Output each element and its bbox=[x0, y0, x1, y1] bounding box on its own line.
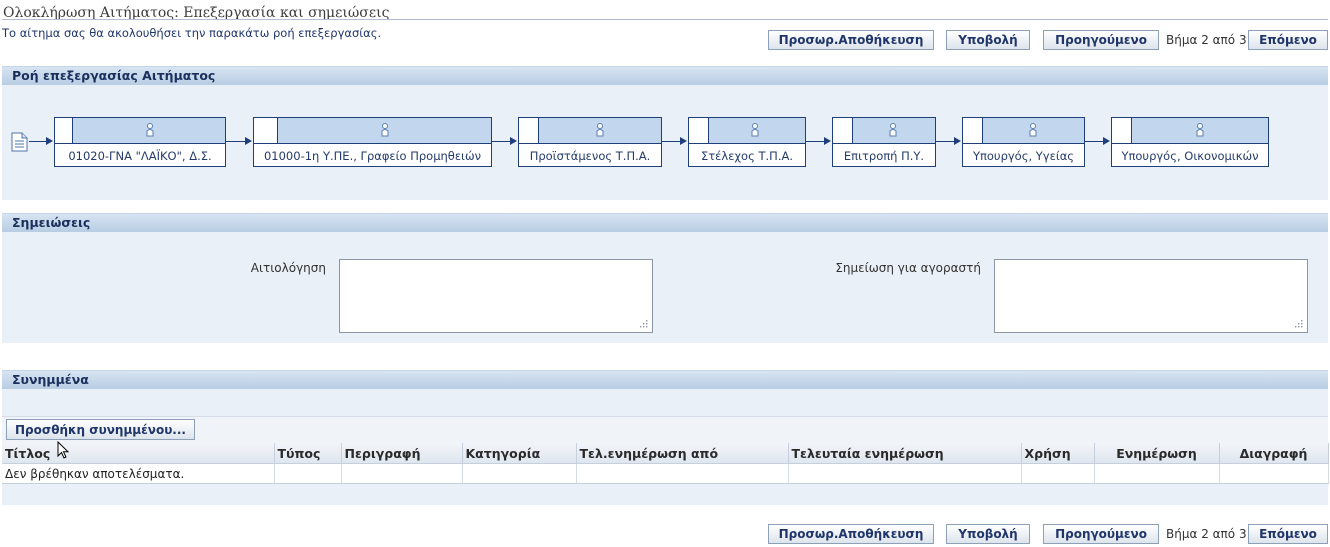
previous-button-bottom[interactable]: Προηγούμενο bbox=[1043, 524, 1159, 544]
next-button[interactable]: Επόμενο bbox=[1248, 30, 1328, 50]
flow-arrow bbox=[510, 137, 517, 145]
submit-button-bottom[interactable]: Υποβολή bbox=[946, 524, 1030, 544]
flow-node: Υπουργός, Οικονομικών bbox=[1111, 117, 1269, 167]
flow-connector bbox=[29, 141, 47, 142]
flow-node: Προϊστάμενος Τ.Π.Α. bbox=[518, 117, 662, 167]
person-icon bbox=[1196, 123, 1204, 137]
add-attachment-button[interactable]: Προσθήκη συνημμένου... bbox=[6, 419, 195, 440]
column-header: Ενημέρωση bbox=[1094, 443, 1220, 464]
flow-node-label: Στέλεχος Τ.Π.Α. bbox=[700, 148, 794, 163]
flow-node-label: Προϊστάμενος Τ.Π.Α. bbox=[529, 148, 651, 163]
attachments-toolbar bbox=[2, 416, 1328, 444]
flow-node-label: Υπουργός, Οικονομικών bbox=[1121, 148, 1259, 163]
next-button-bottom[interactable]: Επόμενο bbox=[1248, 524, 1328, 544]
column-header[interactable]: Τελευταία ενημέρωση bbox=[788, 443, 1022, 464]
empty-results-message: Δεν βρέθηκαν αποτελέσματα. bbox=[2, 463, 275, 484]
buyer-note-label: Σημείωση για αγοραστή bbox=[835, 261, 981, 275]
flow-section-header: Ροή επεξεργασίας Αιτήματος bbox=[2, 66, 1328, 85]
person-icon bbox=[1029, 123, 1037, 137]
column-header[interactable]: Περιγραφή bbox=[341, 443, 463, 464]
flow-node-label: 01020-ΓΝΑ "ΛΑΪΚΟ", Δ.Σ. bbox=[68, 148, 212, 163]
person-icon bbox=[889, 123, 897, 137]
step-indicator: Βήμα 2 από 3 bbox=[1166, 33, 1247, 47]
previous-button[interactable]: Προηγούμενο bbox=[1043, 30, 1159, 50]
justification-textarea[interactable] bbox=[339, 259, 653, 333]
title-divider bbox=[2, 19, 1328, 20]
flow-node: Επιτροπή Π.Υ. bbox=[832, 117, 936, 167]
flow-connector bbox=[806, 141, 825, 142]
mouse-cursor-icon bbox=[57, 441, 70, 459]
flow-connector bbox=[662, 141, 681, 142]
column-header[interactable]: Χρήση bbox=[1021, 443, 1095, 464]
person-icon bbox=[146, 123, 154, 137]
flow-arrow bbox=[46, 137, 53, 145]
attachments-table: Τίτλος Τύπος Περιγραφή Κατηγορία Τελ.ενη… bbox=[2, 443, 1329, 484]
table-row: Δεν βρέθηκαν αποτελέσματα. bbox=[2, 463, 1329, 484]
notes-section-header: Σημειώσεις bbox=[2, 213, 1328, 232]
buyer-note-textarea[interactable] bbox=[994, 259, 1308, 333]
step-indicator-bottom: Βήμα 2 από 3 bbox=[1166, 527, 1247, 541]
flow-arrow bbox=[954, 137, 961, 145]
flow-connector bbox=[492, 141, 511, 142]
column-header: Διαγραφή bbox=[1219, 443, 1329, 464]
column-header[interactable]: Τίτλος bbox=[2, 443, 275, 464]
flow-node-label: Υπουργός, Υγείας bbox=[972, 148, 1075, 163]
flow-node: 01000-1η Υ.ΠΕ., Γραφείο Προμηθειών bbox=[253, 117, 492, 167]
flow-node-label: Επιτροπή Π.Υ. bbox=[843, 148, 925, 163]
page-instruction: Το αίτημα σας θα ακολουθήσει την παρακάτ… bbox=[2, 26, 382, 40]
person-icon bbox=[751, 123, 759, 137]
resize-grip-icon[interactable] bbox=[1295, 320, 1303, 328]
document-icon bbox=[11, 132, 28, 152]
attachments-section-header: Συνημμένα bbox=[2, 370, 1328, 389]
column-header[interactable]: Κατηγορία bbox=[462, 443, 577, 464]
flow-arrow bbox=[245, 137, 252, 145]
flow-connector bbox=[226, 141, 246, 142]
justification-label: Αιτιολόγηση bbox=[250, 261, 326, 275]
flow-node: 01020-ΓΝΑ "ΛΑΪΚΟ", Δ.Σ. bbox=[54, 117, 226, 167]
flow-node: Στέλεχος Τ.Π.Α. bbox=[688, 117, 806, 167]
flow-connector bbox=[936, 141, 955, 142]
column-header[interactable]: Τελ.ενημέρωση από bbox=[576, 443, 789, 464]
column-header[interactable]: Τύπος bbox=[274, 443, 342, 464]
flow-node-label: 01000-1η Υ.ΠΕ., Γραφείο Προμηθειών bbox=[263, 148, 481, 163]
flow-node: Υπουργός, Υγείας bbox=[962, 117, 1085, 167]
resize-grip-icon[interactable] bbox=[640, 320, 648, 328]
save-draft-button-bottom[interactable]: Προσωρ.Αποθήκευση bbox=[768, 524, 934, 544]
person-icon bbox=[381, 123, 389, 137]
table-header-row: Τίτλος Τύπος Περιγραφή Κατηγορία Τελ.ενη… bbox=[2, 443, 1329, 464]
person-icon bbox=[596, 123, 604, 137]
submit-button[interactable]: Υποβολή bbox=[946, 30, 1030, 50]
flow-arrow bbox=[824, 137, 831, 145]
flow-connector bbox=[1085, 141, 1104, 142]
flow-arrow bbox=[1103, 137, 1110, 145]
flow-arrow bbox=[680, 137, 687, 145]
save-draft-button[interactable]: Προσωρ.Αποθήκευση bbox=[768, 30, 934, 50]
